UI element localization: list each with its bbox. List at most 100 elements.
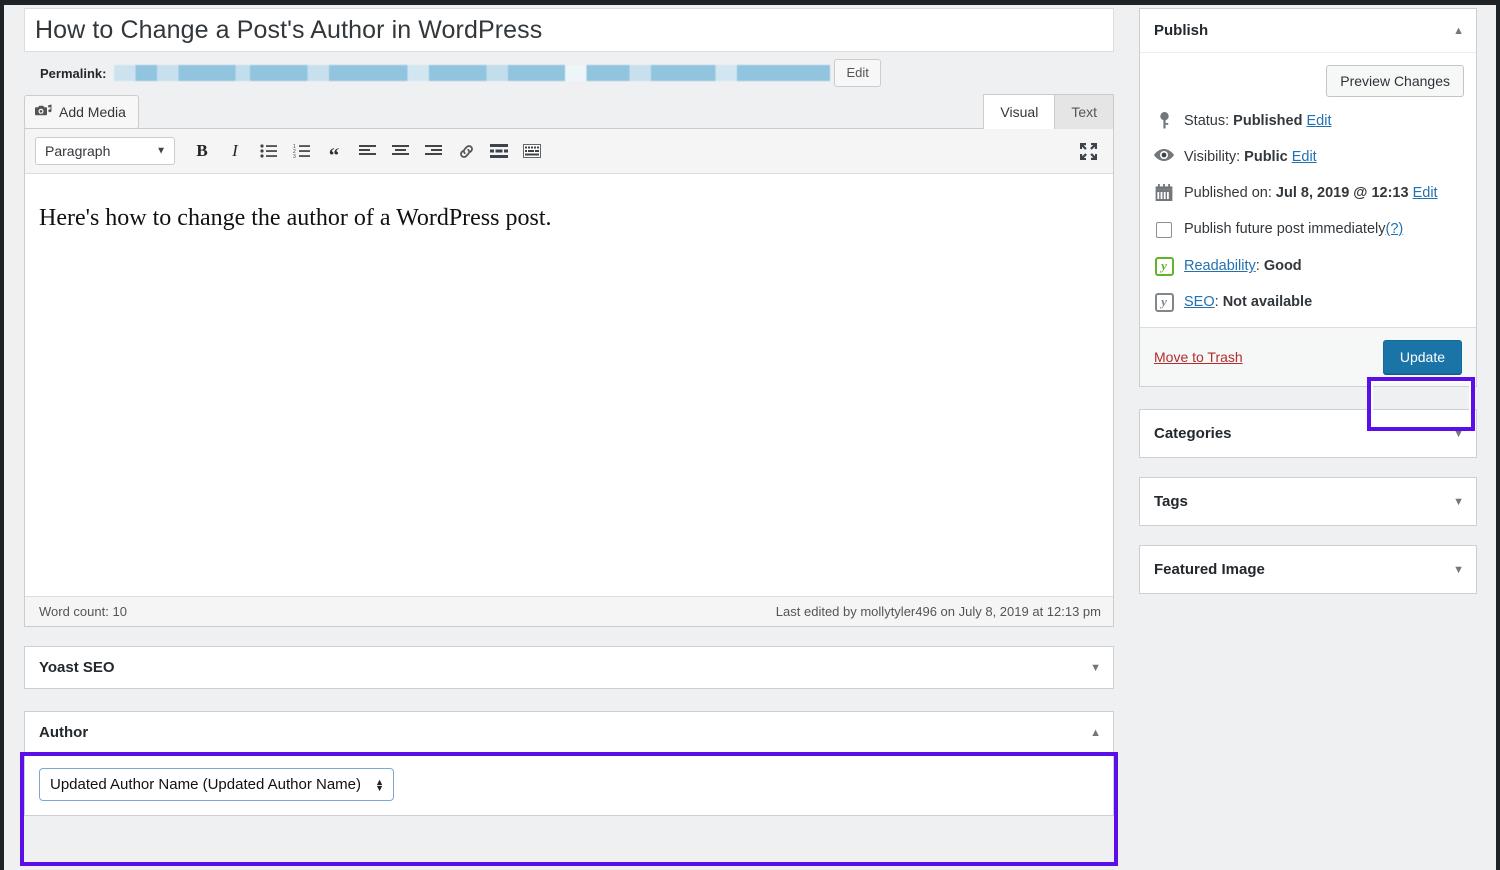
bulleted-list-button[interactable] [253, 137, 283, 165]
editor-content-area[interactable]: Here's how to change the author of a Wor… [25, 174, 1113, 596]
tab-text[interactable]: Text [1054, 94, 1114, 129]
permalink-edit-button[interactable]: Edit [834, 59, 880, 87]
metabox-author-title: Author [39, 724, 88, 741]
yoast-gray-icon: y [1155, 293, 1174, 312]
metabox-author-header[interactable]: Author ▲ [25, 712, 1113, 753]
permalink-label: Permalink: [40, 66, 106, 81]
editor-paragraph: Here's how to change the author of a Wor… [39, 200, 1101, 236]
window-chrome-left [0, 0, 4, 870]
metabox-author-body: Updated Author Name (Updated Author Name… [25, 753, 1113, 815]
publish-future-checkbox[interactable] [1156, 222, 1172, 238]
publish-header[interactable]: Publish ▲ [1140, 9, 1476, 53]
editor-main-column: How to Change a Post's Author in WordPre… [24, 8, 1114, 816]
metabox-tags-header[interactable]: Tags ▼ [1140, 478, 1476, 525]
published-value: Jul 8, 2019 @ 12:13 [1276, 185, 1409, 201]
readability-separator: : [1256, 258, 1264, 274]
move-to-trash-link[interactable]: Move to Trash [1154, 349, 1243, 365]
chevron-down-icon[interactable]: ▼ [1090, 662, 1101, 674]
publish-title: Publish [1154, 22, 1208, 39]
window-chrome-top [0, 0, 1500, 5]
editor-mode-tabs: Visual Text [983, 94, 1114, 129]
readability-row: y Readability: Good [1154, 256, 1464, 277]
update-button[interactable]: Update [1383, 340, 1462, 374]
metabox-categories-title: Categories [1154, 425, 1232, 442]
metabox-yoast-seo[interactable]: Yoast SEO ▼ [24, 646, 1114, 689]
post-title-field[interactable]: How to Change a Post's Author in WordPre… [24, 8, 1114, 52]
publish-visibility-text: Visibility: Public Edit [1184, 147, 1317, 168]
permalink-url-redacted [114, 65, 830, 81]
author-select-wrap: Updated Author Name (Updated Author Name… [39, 768, 394, 801]
publish-status-row: Status: Published Edit [1154, 111, 1464, 132]
italic-button[interactable]: I [220, 137, 250, 165]
wordpress-post-editor: How to Change a Post's Author in WordPre… [0, 0, 1500, 870]
yoast-green-icon: y [1155, 257, 1174, 276]
eye-icon [1154, 147, 1174, 162]
metabox-publish: Publish ▲ Preview Changes Status: Publis… [1139, 8, 1477, 387]
metabox-featured-image-header[interactable]: Featured Image ▼ [1140, 546, 1476, 593]
key-icon [1154, 111, 1174, 129]
paragraph-format-select-wrap: Paragraph ▼ [35, 137, 175, 165]
visibility-edit-link[interactable]: Edit [1292, 149, 1317, 165]
metabox-tags-title: Tags [1154, 493, 1188, 510]
publish-future-row: Publish future post immediately(?) [1154, 219, 1464, 240]
checkbox-wrap [1154, 219, 1174, 238]
align-center-button[interactable] [385, 137, 415, 165]
seo-separator: : [1215, 294, 1223, 310]
metabox-featured-image[interactable]: Featured Image ▼ [1139, 545, 1477, 594]
publish-actions: Move to Trash Update [1140, 327, 1476, 386]
visibility-value: Public [1244, 149, 1288, 165]
preview-changes-button[interactable]: Preview Changes [1326, 65, 1464, 97]
seo-link[interactable]: SEO [1184, 294, 1215, 310]
paragraph-format-select[interactable]: Paragraph [35, 137, 175, 165]
published-label: Published on: [1184, 185, 1272, 201]
editor-toolbar: Paragraph ▼ B I 123 “ [25, 129, 1113, 174]
chevron-down-icon[interactable]: ▼ [1453, 564, 1464, 576]
metabox-yoast-seo-title: Yoast SEO [39, 659, 115, 676]
word-count-label: Word count: 10 [39, 604, 127, 619]
publish-date-text: Published on: Jul 8, 2019 @ 12:13 Edit [1184, 183, 1438, 204]
metabox-categories-header[interactable]: Categories ▼ [1140, 410, 1476, 457]
editor-sidebar: Publish ▲ Preview Changes Status: Publis… [1139, 8, 1477, 594]
fullscreen-icon[interactable] [1073, 137, 1103, 165]
media-and-tabs-row: Add Media Visual Text [24, 94, 1114, 129]
published-edit-link[interactable]: Edit [1413, 185, 1438, 201]
tab-visual[interactable]: Visual [983, 94, 1055, 129]
insert-link-button[interactable] [451, 137, 481, 165]
align-right-button[interactable] [418, 137, 448, 165]
add-media-button[interactable]: Add Media [24, 95, 139, 129]
blockquote-button[interactable]: “ [319, 137, 349, 165]
seo-row: y SEO: Not available [1154, 292, 1464, 313]
bold-button[interactable]: B [187, 137, 217, 165]
numbered-list-button[interactable]: 123 [286, 137, 316, 165]
yoast-readability-badge-wrap: y [1154, 256, 1174, 276]
chevron-down-icon[interactable]: ▼ [1453, 428, 1464, 440]
camera-music-icon [35, 103, 52, 121]
calendar-icon [1154, 183, 1174, 202]
chevron-down-icon[interactable]: ▼ [1453, 496, 1464, 508]
readability-link[interactable]: Readability [1184, 258, 1256, 274]
metabox-featured-image-title: Featured Image [1154, 561, 1265, 578]
svg-text:3: 3 [293, 154, 296, 158]
seo-text: SEO: Not available [1184, 292, 1312, 313]
publish-status-text: Status: Published Edit [1184, 111, 1332, 132]
metabox-categories[interactable]: Categories ▼ [1139, 409, 1477, 458]
publish-body: Preview Changes Status: Published Edit [1140, 53, 1476, 313]
author-select[interactable]: Updated Author Name (Updated Author Name… [39, 768, 394, 801]
future-post-help-link[interactable]: (?) [1386, 221, 1404, 237]
readability-value: Good [1264, 258, 1302, 274]
publish-date-row: Published on: Jul 8, 2019 @ 12:13 Edit [1154, 183, 1464, 204]
status-edit-link[interactable]: Edit [1307, 113, 1332, 129]
window-chrome-right [1496, 0, 1500, 870]
metabox-author: Author ▲ Updated Author Name (Updated Au… [24, 711, 1114, 816]
align-left-button[interactable] [352, 137, 382, 165]
seo-value: Not available [1223, 294, 1312, 310]
chevron-up-icon[interactable]: ▲ [1090, 727, 1101, 739]
editor-status-bar: Word count: 10 Last edited by mollytyler… [25, 596, 1113, 626]
metabox-yoast-seo-header[interactable]: Yoast SEO ▼ [25, 647, 1113, 688]
post-title-text: How to Change a Post's Author in WordPre… [35, 18, 542, 43]
metabox-tags[interactable]: Tags ▼ [1139, 477, 1477, 526]
keyboard-shortcuts-button[interactable] [517, 137, 547, 165]
chevron-up-icon[interactable]: ▲ [1453, 25, 1464, 37]
permalink-row: Permalink: Edit [24, 52, 1114, 94]
read-more-button[interactable] [484, 137, 514, 165]
